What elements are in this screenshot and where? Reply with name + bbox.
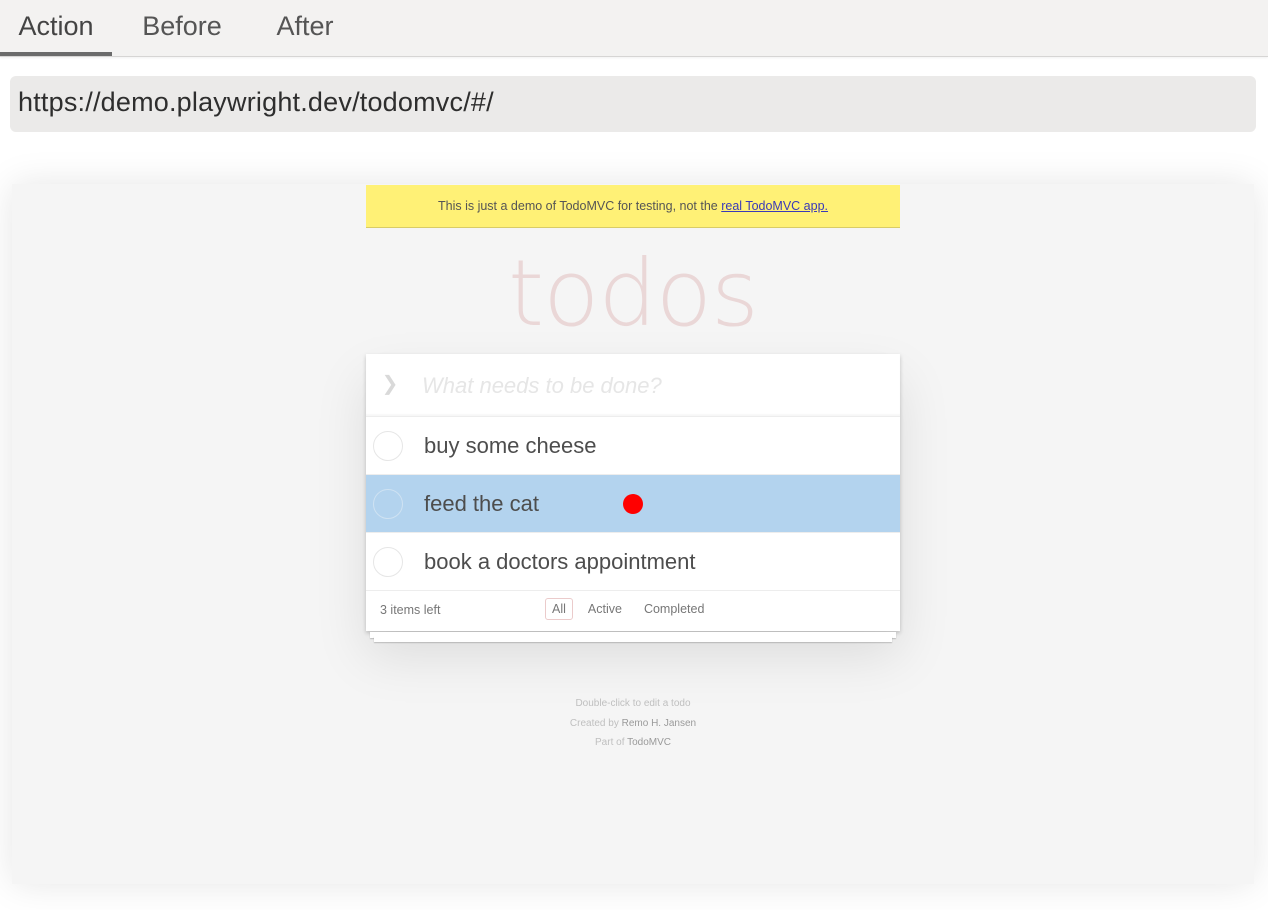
edit-hint: Double-click to edit a todo — [575, 698, 691, 709]
real-todomvc-link[interactable]: real TodoMVC app. — [721, 199, 828, 213]
todomvc-link[interactable]: TodoMVC — [627, 737, 671, 748]
page-snapshot: This is just a demo of TodoMVC for testi… — [12, 184, 1254, 884]
banner-text: This is just a demo of TodoMVC for testi… — [437, 199, 722, 213]
items-left-count: 3 items left — [380, 603, 441, 617]
demo-banner: This is just a demo of TodoMVC for testi… — [366, 185, 900, 228]
url-bar: https://demo.playwright.dev/todomvc/#/ — [10, 76, 1256, 132]
todo-app: ❯ buy some cheese feed the cat book a do… — [366, 354, 900, 631]
tab-after[interactable]: After — [256, 0, 354, 56]
tab-before[interactable]: Before — [126, 0, 238, 56]
list-stack-shadow — [374, 636, 892, 642]
info-footer: Double-click to edit a todo Created by R… — [366, 694, 900, 753]
todo-toggle-checkbox[interactable] — [373, 431, 403, 461]
todo-label: buy some cheese — [424, 433, 597, 458]
filter-list: All Active Completed — [545, 598, 711, 620]
part-of: Part of TodoMVC — [366, 733, 900, 753]
todo-item[interactable]: feed the cat — [366, 475, 900, 533]
todo-item[interactable]: buy some cheese — [366, 417, 900, 475]
todo-toggle-checkbox[interactable] — [373, 547, 403, 577]
created-prefix: Created by — [569, 717, 622, 729]
author-link[interactable]: Remo H. Jansen — [622, 718, 696, 729]
click-marker — [623, 494, 643, 514]
app-title: todos — [508, 240, 759, 347]
filter-completed[interactable]: Completed — [637, 598, 711, 620]
todo-item[interactable]: book a doctors appointment — [366, 533, 900, 591]
tab-bar: Action Before After — [0, 0, 1268, 57]
todo-label: feed the cat — [424, 491, 539, 516]
todo-label: book a doctors appointment — [424, 549, 696, 574]
chevron-down-icon[interactable]: ❯ — [376, 370, 404, 398]
new-todo-row: ❯ — [366, 354, 900, 417]
filter-active[interactable]: Active — [581, 598, 629, 620]
created-by: Created by Remo H. Jansen — [366, 714, 900, 734]
tab-action[interactable]: Action — [0, 0, 112, 56]
new-todo-input[interactable] — [422, 366, 882, 406]
todo-footer: 3 items left All Active Completed — [366, 591, 900, 631]
todo-toggle-checkbox[interactable] — [373, 489, 403, 519]
filter-all[interactable]: All — [545, 598, 573, 620]
part-prefix: Part of — [595, 737, 628, 748]
